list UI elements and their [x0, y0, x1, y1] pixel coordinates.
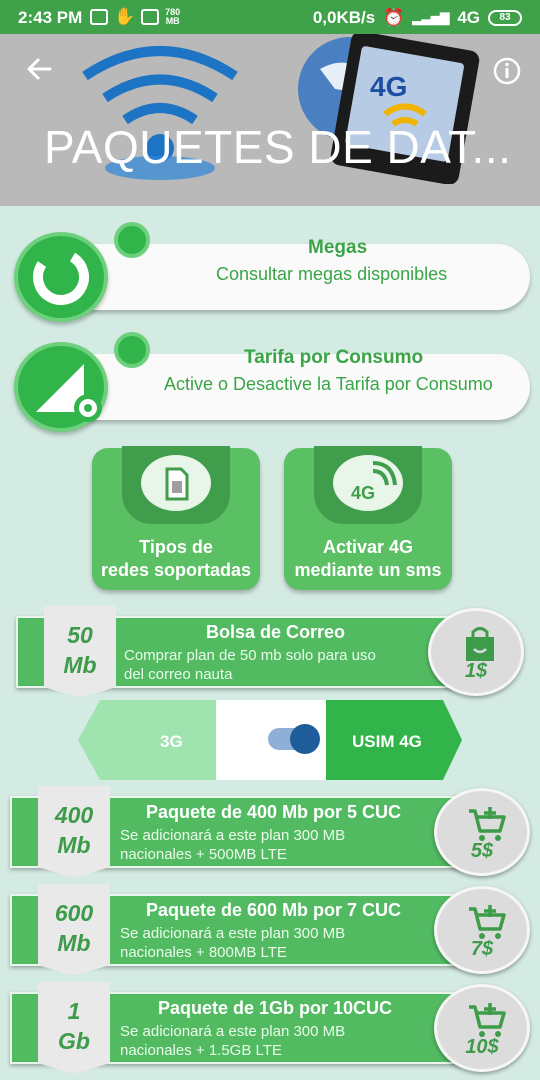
network-3g-segment[interactable] [78, 700, 216, 780]
tarifa-card-icon-circle [14, 342, 108, 432]
4g-icon-text: 4G [351, 483, 375, 503]
network-type: 4G [457, 8, 480, 27]
megas-card-title: Megas [308, 237, 368, 258]
megas-card-icon-circle [14, 232, 108, 322]
add-to-cart-icon [469, 807, 506, 841]
battery-icon: 83 [488, 10, 522, 26]
megas-card-subtitle: Consultar megas disponibles [216, 264, 448, 284]
plan-size-unit: Mb [57, 832, 91, 858]
status-icons-left: ✋ 780 MB [90, 7, 180, 27]
mail-plan-description: Comprar plan de 50 mb solo para uso del … [124, 646, 376, 684]
plan-size-flag: 1 Gb [38, 982, 110, 1074]
mail-plan-buy-button[interactable]: 1$ [428, 608, 524, 696]
plan-price: 5$ [470, 840, 494, 862]
plan-size-unit: Gb [58, 1028, 90, 1054]
signal-icon: ▂▃▅▇ [412, 11, 450, 25]
status-bar: 2:43 PM ✋ 780 MB 0,0KB/s ⏰ ▂▃▅▇ 4G 83 [0, 0, 540, 34]
plan-size-value: 1 [67, 998, 81, 1024]
plan-buy-button[interactable]: 10$ [434, 984, 530, 1072]
plan-description: Se adicionará a este plan 300 MB naciona… [120, 1022, 345, 1060]
megas-card[interactable]: Megas Consultar megas disponibles [14, 222, 530, 322]
tarifa-card-subtitle: Active o Desactive la Tarifa por Consumo [164, 374, 493, 394]
hand-icon: ✋ [114, 7, 136, 26]
plan-size-value: 400 [54, 802, 94, 828]
plan-title: Paquete de 1Gb por 10CUC [158, 998, 393, 1018]
sim-card-icon [138, 452, 214, 514]
network-switch[interactable] [268, 724, 320, 754]
4g-signal-icon: 4G [330, 452, 406, 514]
network-3g-label: 3G [160, 732, 183, 751]
data-usage: 780 MB [165, 8, 180, 26]
activate-4g-button[interactable]: 4G Activar 4G mediante un sms [284, 446, 452, 590]
network-types-label: Tipos de redes soportadas [92, 536, 260, 582]
plan-price: 7$ [470, 938, 494, 960]
plan-desc-line2: nacionales + 800MB LTE [120, 944, 287, 961]
activate-4g-line2: mediante un sms [294, 560, 442, 580]
activate-4g-line1: Activar 4G [322, 537, 414, 557]
plan-desc-line2: nacionales + 1.5GB LTE [120, 1042, 282, 1059]
plan-size-unit: Mb [63, 652, 97, 678]
plan-buy-button[interactable]: 5$ [434, 788, 530, 876]
plan-desc-line1: Se adicionará a este plan 300 MB [120, 925, 346, 942]
plan-title: Paquete de 600 Mb por 7 CUC [146, 900, 402, 920]
plan-desc-line1: Se adicionará a este plan 300 MB [120, 827, 346, 844]
tarifa-card-title: Tarifa por Consumo [244, 347, 424, 368]
mail-plan-price: 1$ [464, 660, 488, 682]
plan-size-flag: 50 Mb [44, 606, 116, 698]
status-time: 2:43 PM [18, 8, 83, 27]
signal-gear-icon [36, 364, 102, 422]
plan-size-flag: 600 Mb [38, 884, 110, 976]
plan-row[interactable]: 400 Mb Paquete de 400 Mb por 5 CUC Se ad… [10, 786, 530, 878]
plan-size-value: 50 [67, 622, 93, 648]
shopping-bag-icon [466, 627, 494, 661]
tarifa-card[interactable]: Tarifa por Consumo Active o Desactive la… [14, 332, 530, 432]
info-icon[interactable] [492, 56, 522, 86]
network-types-line2: redes soportadas [100, 560, 252, 580]
app-header: 4G PAQUETES DE DAT... [0, 34, 540, 206]
plan-desc-line1: Se adicionará a este plan 300 MB [120, 1023, 346, 1040]
plan-row[interactable]: 1 Gb Paquete de 1Gb por 10CUC Se adicion… [10, 982, 530, 1074]
plan-size-unit: Mb [57, 930, 91, 956]
add-to-cart-icon [469, 1003, 506, 1037]
mail-plan-desc-line1: Comprar plan de 50 mb solo para uso [124, 647, 376, 664]
data-usage-unit: MB [165, 16, 180, 26]
plan-size-flag: 400 Mb [38, 786, 110, 878]
plan-size-value: 600 [54, 900, 94, 926]
mail-plan-row[interactable]: 50 Mb Bolsa de Correo Comprar plan de 50… [16, 606, 524, 698]
plan-description: Se adicionará a este plan 300 MB naciona… [120, 826, 345, 864]
alarm-icon: ⏰ [383, 8, 405, 27]
network-types-line1: Tipos de [139, 537, 213, 557]
network-4g-label: USIM 4G [352, 732, 422, 751]
plan-buy-button[interactable]: 7$ [434, 886, 530, 974]
network-speed: 0,0KB/s [312, 8, 376, 27]
add-to-cart-icon [469, 905, 506, 939]
plan-description: Se adicionará a este plan 300 MB naciona… [120, 924, 345, 962]
network-toggle[interactable]: 3G USIM 4G [78, 700, 462, 780]
notification-icon [90, 9, 108, 25]
network-types-button[interactable]: Tipos de redes soportadas [92, 446, 260, 590]
art-4g-label: 4G [370, 71, 407, 102]
card-knob [114, 222, 150, 258]
plan-desc-line2: nacionales + 500MB LTE [120, 846, 287, 863]
activate-4g-label: Activar 4G mediante un sms [284, 536, 452, 582]
plan-price: 10$ [465, 1036, 499, 1058]
back-arrow-icon[interactable] [24, 54, 54, 84]
card-knob [114, 332, 150, 368]
switch-knob [290, 724, 320, 754]
page-title: PAQUETES DE DAT... [44, 121, 512, 173]
app-icon [141, 9, 160, 25]
mail-plan-title: Bolsa de Correo [206, 622, 346, 642]
status-icons-right: 0,0KB/s ⏰ ▂▃▅▇ 4G 83 [313, 8, 522, 28]
donut-chart-icon [33, 249, 89, 305]
plan-row[interactable]: 600 Mb Paquete de 600 Mb por 7 CUC Se ad… [10, 884, 530, 976]
mail-plan-desc-line2: del correo nauta [124, 666, 233, 683]
plan-title: Paquete de 400 Mb por 5 CUC [146, 802, 402, 822]
